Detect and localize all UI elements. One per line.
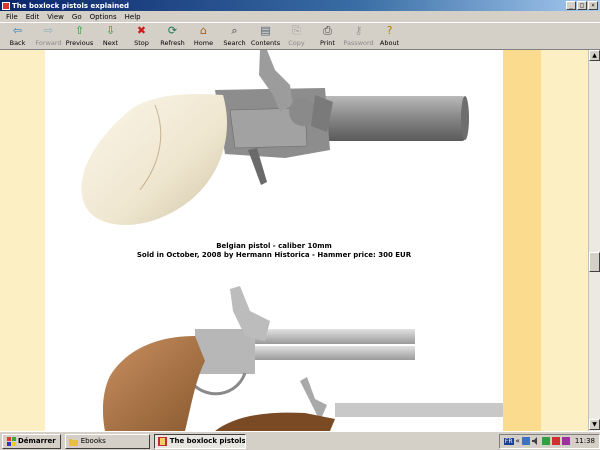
search-button[interactable]: ⌕ Search xyxy=(219,23,250,49)
start-button[interactable]: Démarrer xyxy=(2,433,61,449)
back-label: Back xyxy=(9,39,26,47)
next-button[interactable]: ⇩ Next xyxy=(95,23,126,49)
home-button[interactable]: ⌂ Home xyxy=(188,23,219,49)
maximize-button[interactable]: □ xyxy=(577,1,587,10)
vertical-scrollbar[interactable]: ▲ ▼ xyxy=(588,50,600,431)
refresh-icon: ⟳ xyxy=(167,24,178,37)
forward-label: Forward xyxy=(35,39,62,47)
close-button[interactable]: × xyxy=(588,1,598,10)
back-button[interactable]: ⇦ Back xyxy=(2,23,33,49)
contents-button[interactable]: ▤ Contents xyxy=(250,23,281,49)
forward-button: ⇨ Forward xyxy=(33,23,64,49)
forward-arrow-icon: ⇨ xyxy=(43,24,54,37)
menu-go[interactable]: Go xyxy=(68,13,86,21)
print-button[interactable]: ⎙ Print xyxy=(312,23,343,49)
next-label: Next xyxy=(102,39,119,47)
menu-help[interactable]: Help xyxy=(121,13,145,21)
decorative-stripe xyxy=(503,50,541,431)
taskbar: Démarrer Ebooks The boxlock pistols e...… xyxy=(0,431,600,450)
task-boxlock-pistols[interactable]: The boxlock pistols e... xyxy=(153,433,246,449)
print-label: Print xyxy=(320,39,335,47)
scroll-up-button[interactable]: ▲ xyxy=(589,50,600,61)
tray-security-icon[interactable] xyxy=(541,437,550,445)
task-ebooks[interactable]: Ebooks xyxy=(64,433,150,449)
stop-label: Stop xyxy=(134,39,149,47)
down-arrow-icon: ⇩ xyxy=(105,24,116,37)
tray-network-icon[interactable] xyxy=(521,437,530,445)
scroll-thumb[interactable] xyxy=(589,252,600,272)
pistol-photo-1 xyxy=(81,50,469,225)
search-label: Search xyxy=(223,39,246,47)
page-body xyxy=(45,50,503,431)
pistol-caption: Belgian pistol - caliber 10mm Sold in Oc… xyxy=(45,242,503,260)
refresh-button[interactable]: ⟳ Refresh xyxy=(157,23,188,49)
pistol-photo-2 xyxy=(102,286,503,431)
book-icon xyxy=(157,436,167,446)
previous-button[interactable]: ⇧ Previous xyxy=(64,23,95,49)
windows-logo-icon xyxy=(7,436,16,446)
folder-icon xyxy=(68,438,78,446)
menu-view[interactable]: View xyxy=(43,13,68,21)
copy-label: Copy xyxy=(288,39,305,47)
toolbar: ⇦ Back ⇨ Forward ⇧ Previous ⇩ Next ✖ Stop ⟳ Refresh… xyxy=(0,22,600,50)
about-label: About xyxy=(379,39,400,47)
caption-line-1: Belgian pistol - caliber 10mm xyxy=(216,242,332,250)
language-indicator[interactable]: FR xyxy=(503,437,514,445)
task-ebooks-label: Ebooks xyxy=(80,437,106,445)
password-label: Password xyxy=(343,39,374,47)
up-arrow-icon: ⇧ xyxy=(74,24,85,37)
copy-button: ⎘ Copy xyxy=(281,23,312,49)
tray-antivirus-icon[interactable] xyxy=(551,437,560,445)
password-button: ⚷ Password xyxy=(343,23,374,49)
clock: 11:38 xyxy=(574,437,595,445)
home-label: Home xyxy=(193,39,214,47)
print-icon: ⎙ xyxy=(323,24,332,37)
menu-edit[interactable]: Edit xyxy=(22,13,44,21)
caption-line-2: Sold in October, 2008 by Hermann Histori… xyxy=(136,251,412,259)
menu-bar: File Edit View Go Options Help xyxy=(0,11,600,22)
about-button[interactable]: ? About xyxy=(374,23,405,49)
contents-icon: ▤ xyxy=(260,24,271,37)
menu-options[interactable]: Options xyxy=(86,13,121,21)
refresh-label: Refresh xyxy=(160,39,185,47)
system-tray: FR « 11:38 xyxy=(498,433,600,449)
tray-expand-icon[interactable]: « xyxy=(516,437,520,445)
start-label: Démarrer xyxy=(18,437,56,445)
contents-label: Contents xyxy=(250,39,281,47)
task-boxlock-label: The boxlock pistols e... xyxy=(169,437,246,445)
tray-app-icon[interactable] xyxy=(561,437,570,445)
window-title: The boxlock pistols explained xyxy=(12,1,130,10)
home-icon: ⌂ xyxy=(200,24,207,37)
key-icon: ⚷ xyxy=(354,24,363,37)
minimize-button[interactable]: _ xyxy=(566,1,576,10)
title-bar: The boxlock pistols explained _ □ × xyxy=(0,0,600,11)
about-icon: ? xyxy=(386,24,393,37)
content-area: Belgian pistol - caliber 10mm Sold in Oc… xyxy=(0,50,600,431)
menu-file[interactable]: File xyxy=(2,13,22,21)
tray-volume-icon[interactable] xyxy=(531,437,540,445)
stop-button[interactable]: ✖ Stop xyxy=(126,23,157,49)
stop-icon: ✖ xyxy=(136,24,147,37)
previous-label: Previous xyxy=(65,39,94,47)
scroll-down-button[interactable]: ▼ xyxy=(589,419,600,430)
back-arrow-icon: ⇦ xyxy=(12,24,23,37)
app-icon[interactable] xyxy=(2,1,10,10)
search-icon: ⌕ xyxy=(231,24,238,37)
copy-icon: ⎘ xyxy=(292,24,301,37)
